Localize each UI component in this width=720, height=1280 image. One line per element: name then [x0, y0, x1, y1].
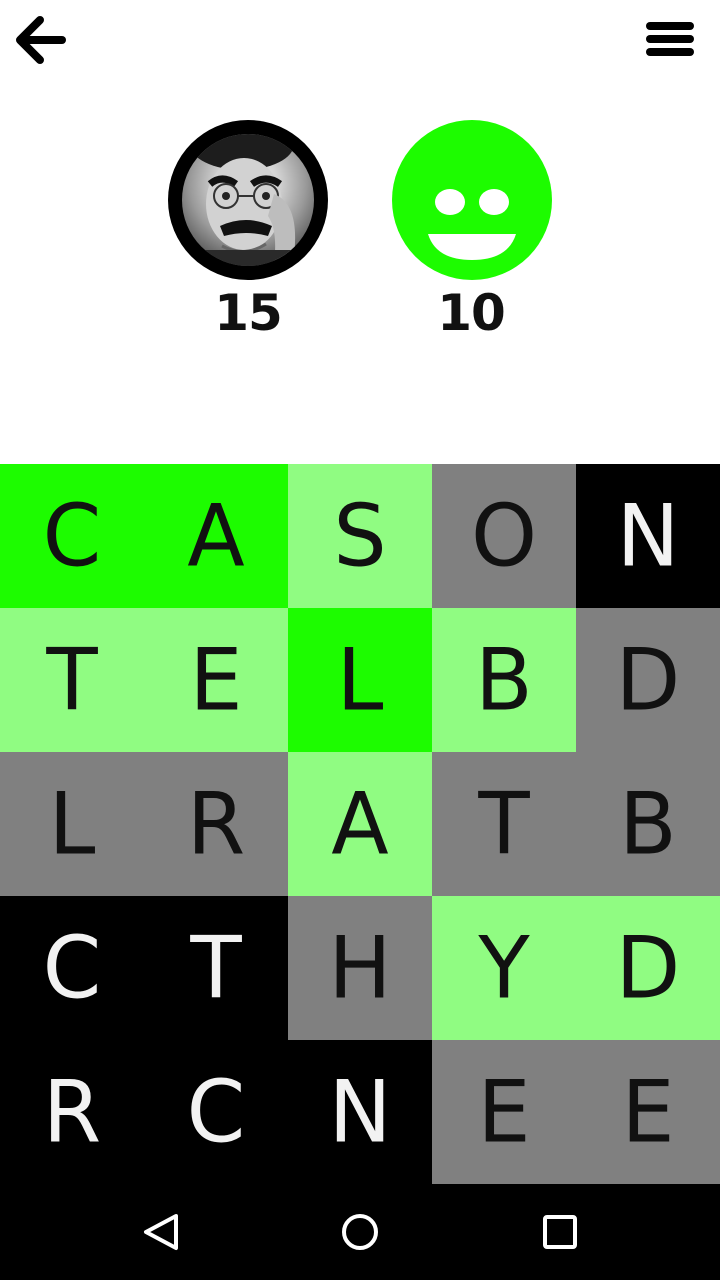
tile-letter: E — [189, 630, 243, 730]
letter-tile[interactable]: C — [0, 896, 144, 1040]
letter-tile[interactable]: D — [576, 896, 720, 1040]
letter-tile[interactable]: N — [576, 464, 720, 608]
tile-letter: E — [477, 1062, 531, 1162]
face-illustration — [182, 134, 314, 266]
triangle-back-icon — [144, 1214, 178, 1250]
player-two: 10 — [381, 118, 561, 348]
letter-board: CASONTELBDLRATBCTHYDRCNEE — [0, 464, 720, 1184]
tile-letter: T — [478, 774, 530, 874]
menu-button[interactable] — [642, 16, 698, 66]
letter-tile[interactable]: T — [432, 752, 576, 896]
player-one-avatar[interactable] — [168, 120, 328, 280]
tile-letter: D — [615, 918, 681, 1018]
tile-letter: E — [621, 1062, 675, 1162]
system-back-button[interactable] — [130, 1204, 190, 1260]
letter-tile[interactable]: E — [432, 1040, 576, 1184]
letter-tile[interactable]: A — [144, 464, 288, 608]
tile-letter: T — [190, 918, 242, 1018]
players-panel: 15 10 — [0, 118, 720, 358]
system-recents-button[interactable] — [530, 1204, 590, 1260]
tile-letter: N — [328, 1062, 392, 1162]
letter-tile[interactable]: O — [432, 464, 576, 608]
tile-letter: R — [42, 1062, 102, 1162]
player-two-avatar[interactable] — [392, 120, 552, 280]
tile-letter: C — [42, 918, 102, 1018]
tile-letter: T — [46, 630, 98, 730]
tile-letter: N — [616, 486, 680, 586]
tile-letter: A — [187, 486, 245, 586]
tile-letter: L — [48, 774, 96, 874]
letter-tile[interactable]: N — [288, 1040, 432, 1184]
player-photo — [182, 134, 314, 266]
tile-letter: Y — [478, 918, 530, 1018]
top-bar — [0, 0, 720, 84]
letter-tile[interactable]: T — [144, 896, 288, 1040]
letter-tile[interactable]: R — [0, 1040, 144, 1184]
letter-tile[interactable]: E — [144, 608, 288, 752]
tile-letter: R — [186, 774, 246, 874]
letter-tile[interactable]: S — [288, 464, 432, 608]
tile-letter: D — [615, 630, 681, 730]
letter-tile[interactable]: L — [0, 752, 144, 896]
player-one: 15 — [158, 118, 338, 348]
tile-letter: B — [619, 774, 677, 874]
letter-tile[interactable]: B — [432, 608, 576, 752]
letter-tile[interactable]: C — [144, 1040, 288, 1184]
tile-letter: H — [328, 918, 392, 1018]
letter-tile[interactable]: E — [576, 1040, 720, 1184]
tile-letter: O — [470, 486, 538, 586]
back-button[interactable] — [10, 12, 70, 68]
tile-letter: C — [186, 1062, 246, 1162]
tile-letter: A — [331, 774, 389, 874]
arrow-left-icon — [16, 16, 66, 64]
letter-tile[interactable]: C — [0, 464, 144, 608]
system-home-button[interactable] — [330, 1204, 390, 1260]
letter-tile[interactable]: T — [0, 608, 144, 752]
tile-letter: C — [42, 486, 102, 586]
letter-tile[interactable]: R — [144, 752, 288, 896]
smiley-face-icon — [428, 189, 516, 260]
hamburger-menu-icon — [646, 22, 694, 56]
letter-tile[interactable]: A — [288, 752, 432, 896]
player-two-score: 10 — [437, 284, 506, 342]
letter-tile[interactable]: H — [288, 896, 432, 1040]
circle-home-icon — [342, 1214, 378, 1250]
player-one-score: 15 — [214, 284, 283, 342]
system-nav-bar — [0, 1184, 720, 1280]
tile-letter: S — [333, 486, 387, 586]
square-recents-icon — [543, 1215, 577, 1249]
tile-letter: L — [336, 630, 384, 730]
letter-tile[interactable]: D — [576, 608, 720, 752]
tile-letter: B — [475, 630, 533, 730]
letter-tile[interactable]: L — [288, 608, 432, 752]
letter-tile[interactable]: B — [576, 752, 720, 896]
letter-tile[interactable]: Y — [432, 896, 576, 1040]
